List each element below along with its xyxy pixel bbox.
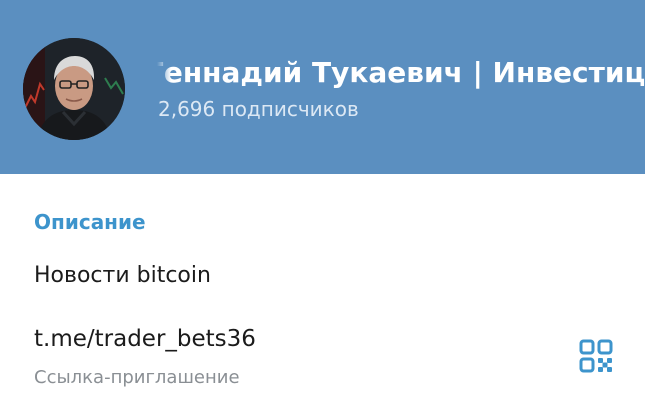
title-fade <box>157 52 171 96</box>
channel-description[interactable]: Новости bitcoin <box>34 261 211 291</box>
channel-avatar[interactable] <box>23 38 125 140</box>
qr-code-glyph <box>579 339 613 373</box>
description-section-label: Описание <box>34 210 146 234</box>
invite-link-caption: Ссылка-приглашение <box>34 367 240 388</box>
qr-code-icon[interactable] <box>579 339 613 373</box>
channel-info-screen: Геннадий Тукаевич | Инвестиции 2,696 под… <box>0 0 645 410</box>
channel-title-container: Геннадий Тукаевич | Инвестиции <box>157 52 645 96</box>
channel-title-text: Геннадий Тукаевич | Инвестиции <box>157 56 645 89</box>
channel-header: Геннадий Тукаевич | Инвестиции 2,696 под… <box>0 0 645 174</box>
invite-link[interactable]: t.me/trader_bets36 <box>34 323 256 355</box>
avatar-photo <box>23 38 125 140</box>
channel-title: Геннадий Тукаевич | Инвестиции <box>157 52 645 94</box>
subscriber-count: 2,696 подписчиков <box>158 97 359 121</box>
